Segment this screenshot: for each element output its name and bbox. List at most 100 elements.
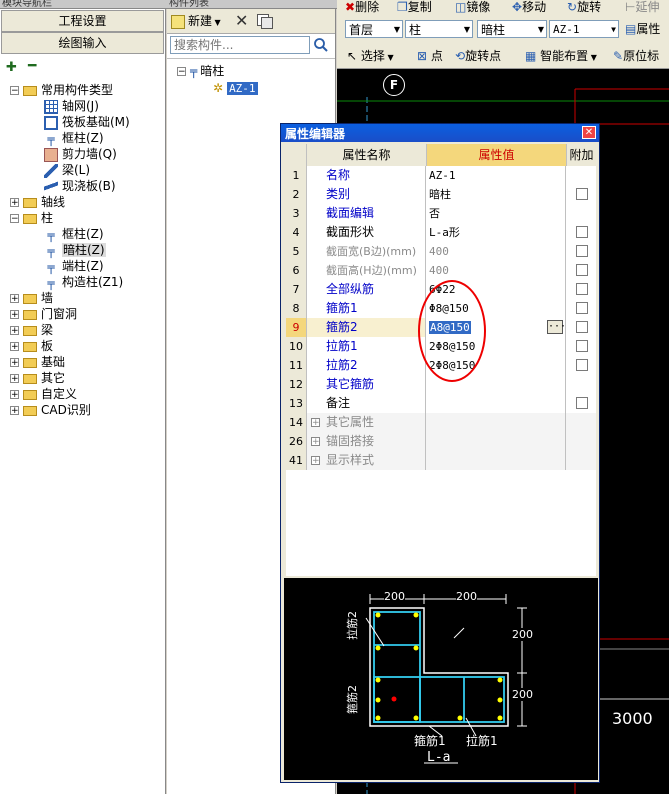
nav-tree-item[interactable]: 轴网(J) [44,98,99,114]
drawing-input-button[interactable]: 绘图输入 [1,32,164,54]
collapse-icon[interactable]: − [10,86,19,96]
extra-checkbox[interactable] [576,245,588,257]
property-button[interactable]: ▤属性 [625,22,660,36]
expand-icon[interactable]: + [10,342,19,352]
nav-tree-item[interactable]: ╤ 框柱(Z) [44,226,103,242]
move-button[interactable]: ✥移动 [512,0,546,14]
nav-tree-item[interactable]: + 其它 [10,370,65,386]
expand-icon[interactable]: + [10,310,19,320]
property-value[interactable]: 2Φ8@150 [427,337,566,356]
component-select[interactable]: AZ-1 ▼ [549,20,619,38]
extra-checkbox[interactable] [576,264,588,276]
close-button[interactable]: ✕ [582,126,596,139]
subtype-select[interactable]: 暗柱 ▼ [477,20,547,38]
expand-icon[interactable]: + [10,358,19,368]
property-row[interactable]: 10 拉筋1 2Φ8@150 [286,337,596,357]
extra-checkbox[interactable] [576,283,588,295]
property-value-text[interactable]: A8@150 [429,321,471,334]
property-value[interactable]: 2Φ8@150 [427,356,566,375]
property-row[interactable]: 13 备注 [286,394,596,414]
nav-tree-item[interactable]: − 柱 [10,210,53,226]
expand-icon[interactable]: + [10,198,19,208]
property-value[interactable]: Φ8@150 [427,299,566,318]
select-button[interactable]: ↖ 选择 ▼ [347,49,394,63]
property-value[interactable]: L-a形 [427,223,566,242]
property-value[interactable]: 6Φ22 [427,280,566,299]
extend-button[interactable]: ⊢延伸 [625,0,659,14]
new-button[interactable]: 新建 ▼ [171,13,221,29]
property-value[interactable] [427,432,566,451]
property-value[interactable]: AZ-1 [427,166,566,185]
expand-icon[interactable]: + [10,390,19,400]
expand-all-icon[interactable]: ✚ [6,60,17,75]
expand-icon[interactable]: + [10,294,19,304]
type-select[interactable]: 柱 ▼ [405,20,473,38]
list-tree-item[interactable]: ✲ AZ-1 [213,80,258,96]
header-value[interactable]: 属性值 [427,144,567,166]
property-row[interactable]: 26 + 锚固搭接 [286,432,596,452]
property-value[interactable]: ··· A8@150 [427,318,566,337]
property-row[interactable]: 1 名称 AZ-1 [286,166,596,186]
ellipsis-button[interactable]: ··· [547,320,565,334]
project-settings-button[interactable]: 工程设置 [1,10,164,32]
nav-tree-item[interactable]: 梁(L) [44,162,90,178]
mirror-button[interactable]: ◫镜像 [455,0,490,14]
extra-checkbox[interactable] [576,359,588,371]
property-row[interactable]: 14 + 其它属性 [286,413,596,433]
expand-icon[interactable]: + [311,456,320,466]
collapse-all-icon[interactable]: ━ [28,58,36,74]
expand-icon[interactable]: + [10,374,19,384]
property-value[interactable]: 暗柱 [427,185,566,204]
property-row[interactable]: 5 截面宽(B边)(mm) 400 [286,242,596,262]
property-row[interactable]: 3 截面编辑 否 [286,204,596,224]
delete-button[interactable]: ✖删除 [345,0,379,14]
expand-icon[interactable]: + [311,418,320,428]
property-row[interactable]: 2 类别 暗柱 [286,185,596,205]
property-row[interactable]: 7 全部纵筋 6Φ22 [286,280,596,300]
nav-tree-item[interactable]: + 梁 [10,322,53,338]
property-value[interactable]: 400 [427,242,566,261]
property-row[interactable]: 12 其它箍筋 [286,375,596,395]
nav-tree-item[interactable]: + 基础 [10,354,65,370]
list-tree-root[interactable]: − ╤ 暗柱 [177,63,224,79]
nav-tree-item[interactable]: ╤ 暗柱(Z) [44,242,106,258]
nav-tree-item[interactable]: + CAD识别 [10,402,91,418]
original-position-button[interactable]: ✎原位标 [613,49,659,63]
nav-tree-item[interactable]: 筏板基础(M) [44,114,130,130]
property-row[interactable]: 6 截面高(H边)(mm) 400 [286,261,596,281]
expand-icon[interactable]: + [311,437,320,447]
dialog-titlebar[interactable]: 属性编辑器 ✕ [281,124,599,142]
nav-tree-item[interactable]: + 轴线 [10,194,65,210]
nav-tree-item[interactable]: ╤ 端柱(Z) [44,258,103,274]
property-row[interactable]: 11 拉筋2 2Φ8@150 [286,356,596,376]
expand-icon[interactable]: + [10,406,19,416]
expand-icon[interactable]: + [10,326,19,336]
copy-button[interactable]: ❐复制 [397,0,432,14]
property-value[interactable]: 400 [427,261,566,280]
property-row[interactable]: 41 + 显示样式 [286,451,596,471]
header-name[interactable]: 属性名称 [307,144,427,166]
collapse-icon[interactable]: − [177,67,186,77]
property-value[interactable] [427,375,566,394]
extra-checkbox[interactable] [576,188,588,200]
search-icon[interactable] [313,37,329,53]
extra-checkbox[interactable] [576,321,588,333]
extra-checkbox[interactable] [576,340,588,352]
delete-icon[interactable]: ✕ [235,11,248,30]
header-extra[interactable]: 附加 [567,144,596,166]
nav-tree-item[interactable]: ╤ 构造柱(Z1) [44,274,123,290]
property-value[interactable] [427,394,566,413]
nav-tree-item[interactable]: + 门窗洞 [10,306,77,322]
floor-select[interactable]: 首层 ▼ [345,20,403,38]
extra-checkbox[interactable] [576,397,588,409]
extra-checkbox[interactable] [576,302,588,314]
property-value[interactable] [427,451,566,470]
property-value[interactable] [427,413,566,432]
nav-tree-item[interactable]: ╤ 框柱(Z) [44,130,103,146]
rotate-button[interactable]: ↻旋转 [567,0,601,14]
smart-layout-button[interactable]: ▦ 智能布置 ▼ [525,49,597,63]
nav-tree-item[interactable]: 剪力墙(Q) [44,146,117,162]
property-row[interactable]: 9 箍筋2 ··· A8@150 [286,318,596,338]
point-button[interactable]: ⊠ 点 [417,49,443,63]
nav-tree-item[interactable]: + 自定义 [10,386,77,402]
